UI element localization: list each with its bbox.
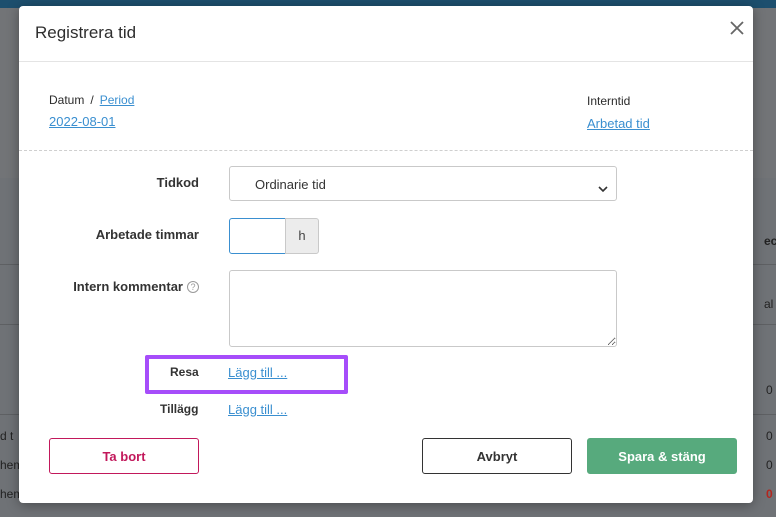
intern-time-label: Interntid	[587, 94, 631, 108]
close-icon	[721, 21, 753, 35]
background-edge-text: 0	[766, 383, 773, 397]
date-label: Datum	[49, 93, 85, 107]
register-time-dialog: Registrera tid Datum / Period 2022-08-01 I…	[19, 6, 753, 503]
comment-label: Intern kommentar	[73, 279, 183, 294]
comment-label-group: Intern kommentar?	[19, 279, 199, 294]
background-edge-text: d t	[0, 429, 14, 443]
background-edge-text: 0	[766, 429, 773, 443]
close-button[interactable]	[721, 21, 753, 45]
dashed-divider	[19, 150, 753, 151]
hours-label: Arbetade timmar	[95, 227, 199, 242]
dialog-title: Registrera tid	[35, 23, 137, 42]
hours-unit: h	[285, 218, 319, 254]
dialog-header: Registrera tid	[19, 6, 753, 62]
date-separator: /	[90, 93, 94, 107]
help-icon[interactable]: ?	[187, 281, 199, 293]
delete-button[interactable]: Ta bort	[49, 438, 199, 474]
tidkod-selected-value: Ordinarie tid	[255, 177, 326, 192]
comment-textarea[interactable]	[229, 270, 617, 347]
add-resa-link[interactable]: Lägg till ...	[228, 365, 287, 380]
tidkod-label: Tidkod	[156, 175, 199, 190]
background-edge-text: 0	[766, 487, 773, 501]
chevron-down-icon	[598, 180, 608, 198]
period-link[interactable]: Period	[100, 93, 135, 107]
cancel-button[interactable]: Avbryt	[422, 438, 572, 474]
background-edge-text: al	[764, 297, 774, 311]
date-link[interactable]: 2022-08-01	[49, 114, 116, 129]
save-close-button[interactable]: Spara & stäng	[587, 438, 737, 474]
add-tillagg-link[interactable]: Lägg till ...	[228, 402, 287, 417]
tillagg-label: Tillägg	[160, 402, 199, 416]
hours-input[interactable]	[229, 218, 286, 254]
background-edge-text: 0	[766, 458, 773, 472]
intern-time-link[interactable]: Arbetad tid	[587, 116, 650, 131]
date-period-labels: Datum / Period	[49, 93, 134, 107]
tidkod-select[interactable]: Ordinarie tid	[229, 166, 617, 201]
background-edge-text: ec	[764, 234, 776, 248]
resa-label: Resa	[170, 365, 199, 379]
